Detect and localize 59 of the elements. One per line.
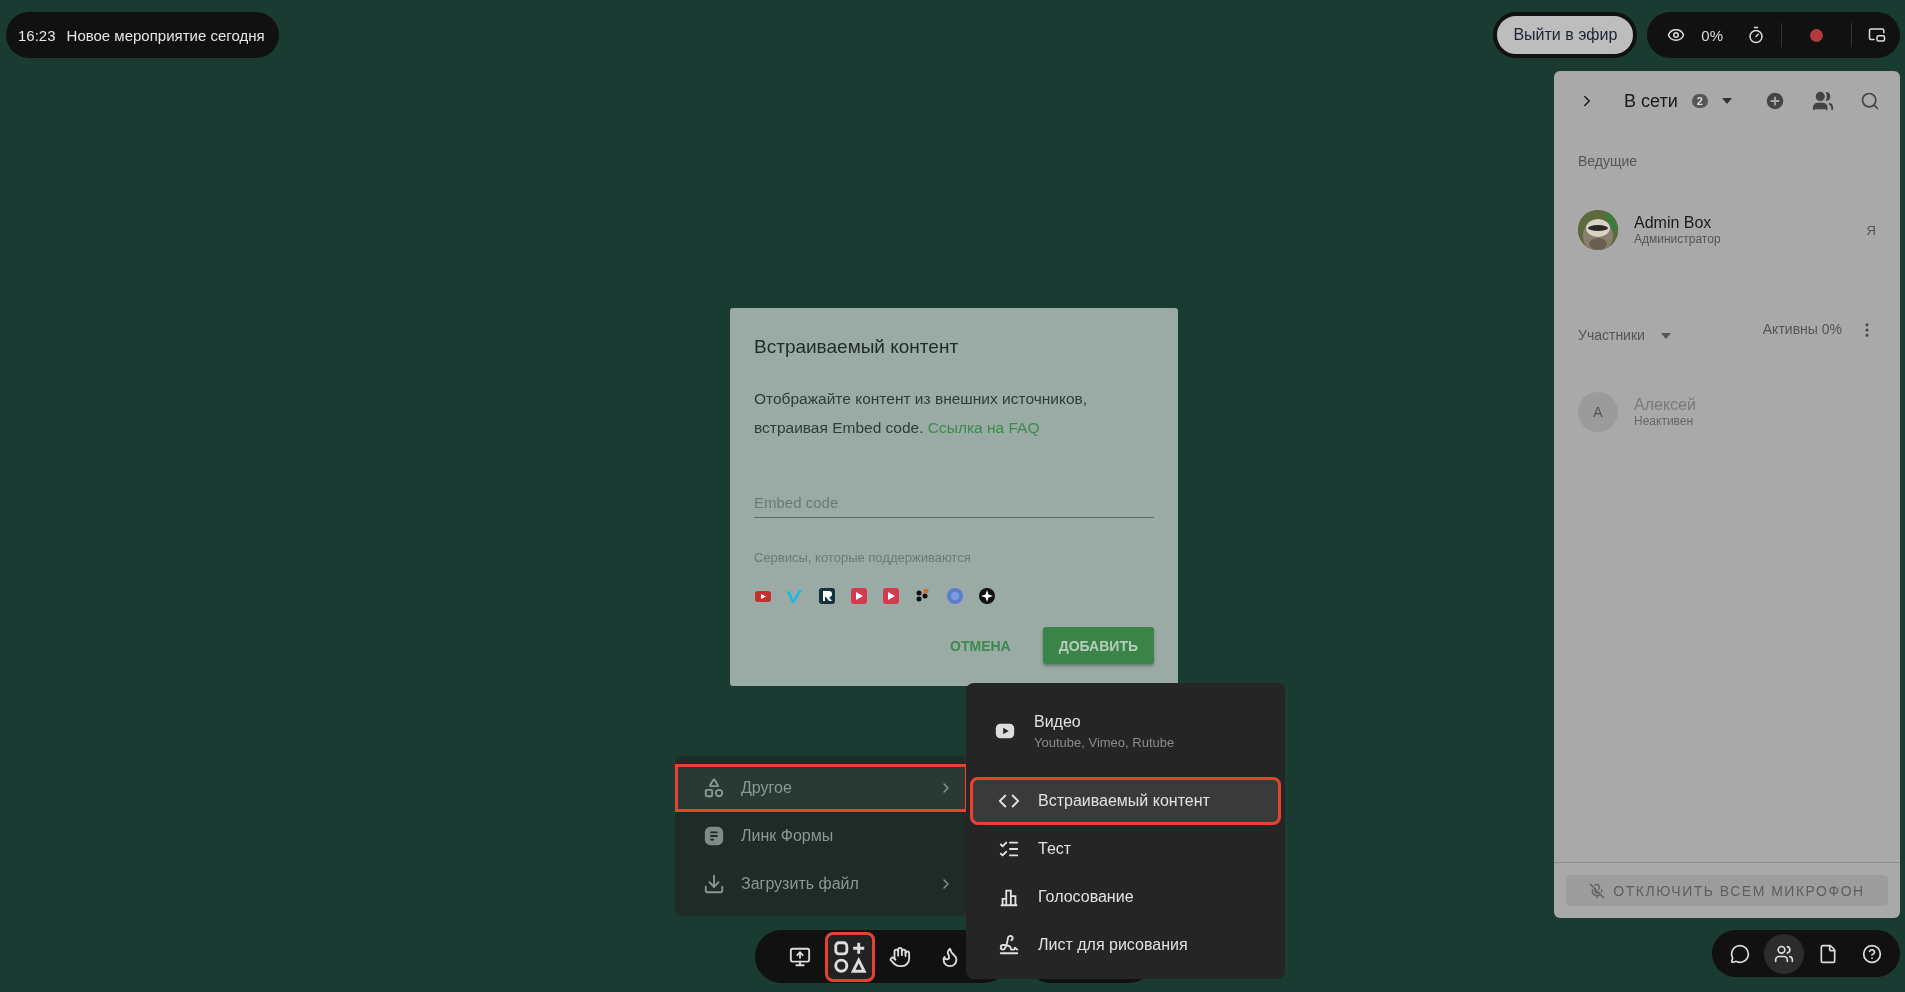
- avatar: А: [1578, 392, 1618, 432]
- self-tag: Я: [1866, 222, 1876, 238]
- menu-item[interactable]: Загрузить файл: [675, 860, 968, 908]
- item-label: Видео: [1034, 712, 1082, 731]
- submenu-item[interactable]: Встраиваемый контент: [970, 777, 1281, 825]
- item-label: Голосование: [1038, 888, 1134, 906]
- section-heading: Ведущие: [1578, 153, 1638, 169]
- eye-icon: [1667, 26, 1686, 44]
- submenu-item[interactable]: Тест: [970, 825, 1281, 873]
- add-button[interactable]: ДОБАВИТЬ: [1042, 627, 1154, 664]
- picture-in-picture-icon[interactable]: [1868, 26, 1886, 44]
- v-icon: [786, 587, 804, 605]
- globe-icon: [946, 587, 964, 605]
- section-heading: Участники: [1578, 326, 1645, 343]
- user-role: Администратор: [1634, 232, 1722, 246]
- star-circle-icon: [978, 587, 996, 605]
- mic-off-icon: [1589, 882, 1606, 899]
- screen-share-icon: [789, 945, 811, 968]
- shapes-icon: [703, 777, 725, 799]
- menu-item[interactable]: Линк Формы: [675, 812, 968, 860]
- menu-item[interactable]: Другое: [675, 764, 968, 812]
- item-label: Встраиваемый контент: [1038, 792, 1210, 810]
- event-title: Новое мероприятие сегодня: [66, 26, 265, 44]
- caret-icon[interactable]: [1721, 98, 1732, 104]
- dialog-title: Встраиваемый контент: [754, 336, 960, 358]
- submenu-item[interactable]: Видео Youtube, Vimeo, Rutube: [970, 693, 1281, 769]
- help-icon: [1862, 943, 1882, 964]
- toolbar-button[interactable]: [825, 931, 875, 982]
- viewers-percent: 0%: [1701, 26, 1723, 44]
- search-icon[interactable]: [1860, 91, 1880, 111]
- play-square-icon: [882, 587, 900, 605]
- dialog-text: Отображайте контент из внешних источников, встраивая Embed code. Ссылка на FAQ: [754, 389, 1089, 438]
- form-icon: [703, 825, 725, 847]
- download-icon: [703, 873, 725, 895]
- people-icon[interactable]: [1812, 90, 1834, 112]
- item-subtitle: Youtube, Vimeo, Rutube: [1034, 734, 1176, 750]
- chat-icon: [1730, 943, 1750, 964]
- user-name: Admin Box: [1634, 214, 1713, 232]
- user-status: Неактивен: [1634, 414, 1695, 428]
- side-toolbar-button[interactable]: [1764, 933, 1804, 974]
- go-live-button[interactable]: Выйти в эфир: [1493, 12, 1638, 58]
- item-label: Лист для рисования: [1038, 936, 1188, 954]
- event-time: 16:23: [18, 26, 56, 44]
- play-square-icon: [850, 587, 868, 605]
- signature-icon: [998, 934, 1020, 956]
- submenu-item[interactable]: Голосование: [970, 873, 1281, 921]
- hand-icon: [889, 945, 911, 968]
- people-icon: [1774, 943, 1794, 964]
- add-icon[interactable]: [1764, 90, 1786, 112]
- r-square-icon: [818, 587, 836, 605]
- record-indicator[interactable]: [1810, 28, 1823, 42]
- file-icon: [1818, 943, 1838, 964]
- item-label: Тест: [1038, 840, 1072, 858]
- online-count: 2: [1691, 94, 1708, 108]
- panel-title: В сети: [1624, 90, 1678, 112]
- caret-icon[interactable]: [1660, 333, 1671, 339]
- timer-icon[interactable]: [1747, 26, 1765, 44]
- submenu-item[interactable]: Лист для рисования: [970, 921, 1281, 969]
- activity-label: Активны 0%: [1762, 321, 1842, 337]
